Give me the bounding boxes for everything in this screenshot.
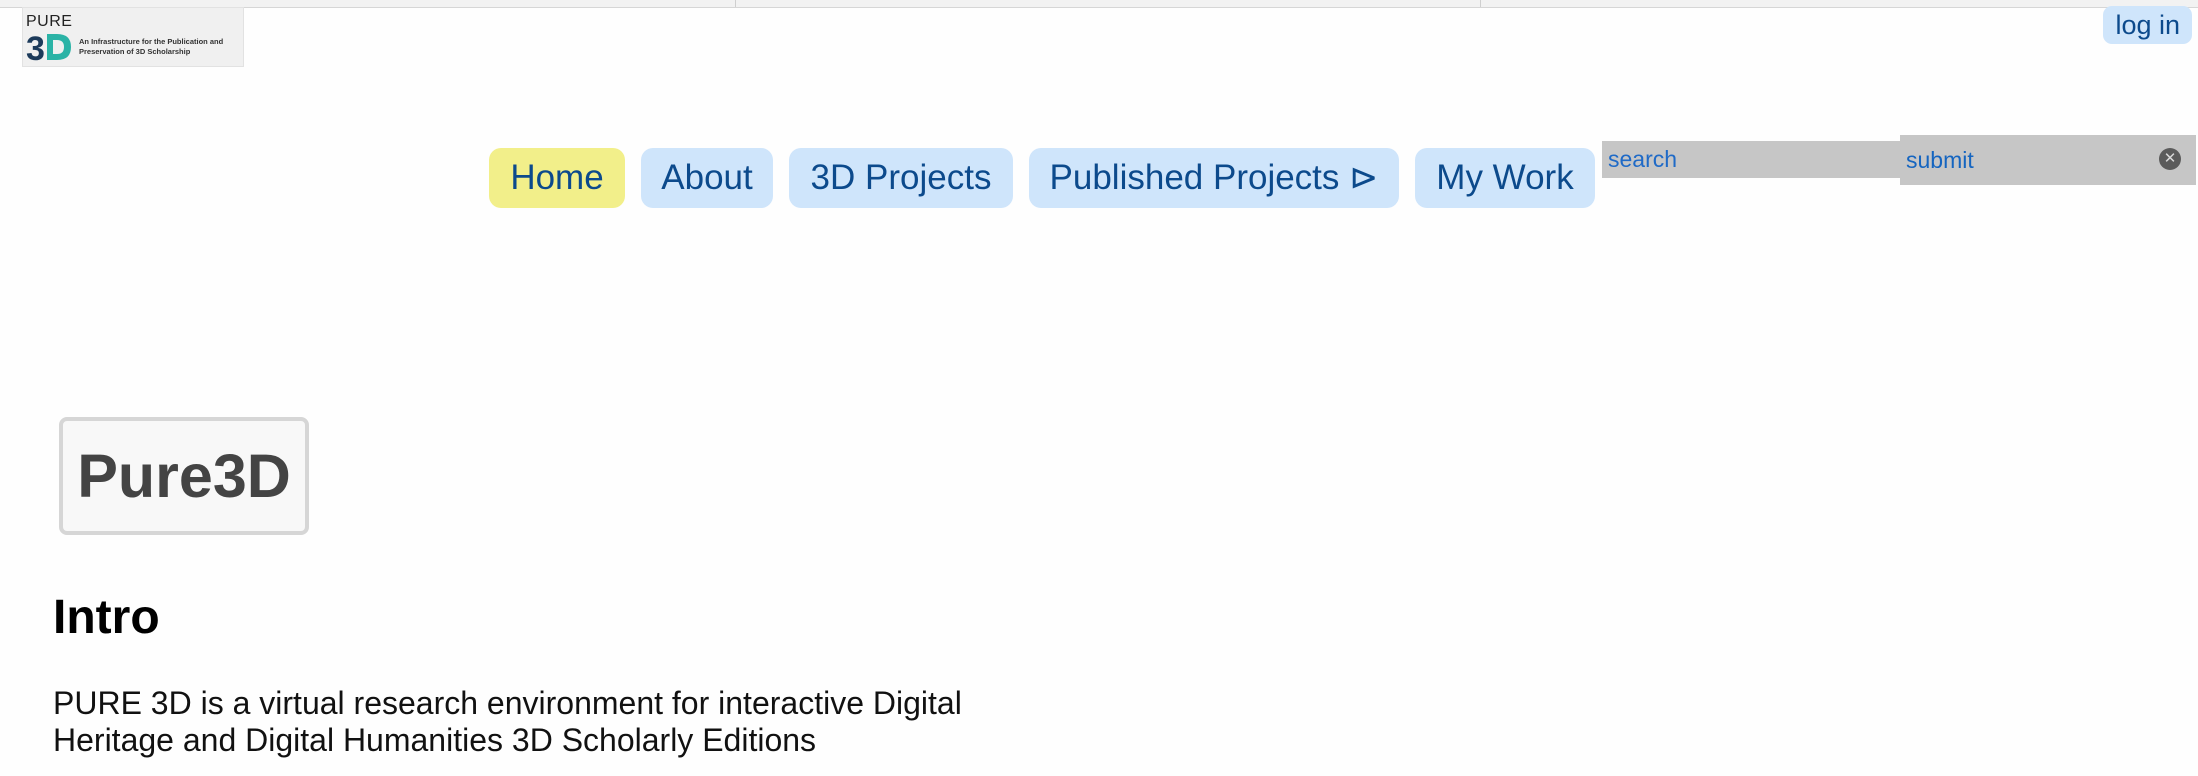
svg-text:3: 3 xyxy=(26,30,45,66)
nav-item-3d-projects[interactable]: 3D Projects xyxy=(789,148,1013,208)
top-strip-divider xyxy=(1480,0,1481,7)
nav-item-home[interactable]: Home xyxy=(489,148,625,208)
top-strip-divider xyxy=(735,0,736,7)
nav-item-published-projects[interactable]: Published Projects ⊳ xyxy=(1029,148,1399,208)
nav-item-my-work[interactable]: My Work xyxy=(1415,148,1595,208)
top-strip xyxy=(0,0,2198,8)
intro-heading: Intro xyxy=(53,591,160,644)
pure3d-logo[interactable]: PURE 3 An Infrastructure for the Publica… xyxy=(22,7,244,67)
nav-item-about[interactable]: About xyxy=(641,148,773,208)
pure3d-badge: Pure3D xyxy=(59,417,309,535)
search-input[interactable] xyxy=(1602,141,1900,178)
submit-button[interactable]: submit xyxy=(1900,135,2196,185)
pure3d-logo-mark-icon: 3 xyxy=(26,30,71,66)
logo-tagline: An Infrastructure for the Publication an… xyxy=(79,37,224,56)
close-circle-icon[interactable]: ✕ xyxy=(2159,148,2181,170)
intro-text: PURE 3D is a virtual research environmen… xyxy=(53,685,962,758)
login-button[interactable]: log in xyxy=(2103,6,2192,44)
